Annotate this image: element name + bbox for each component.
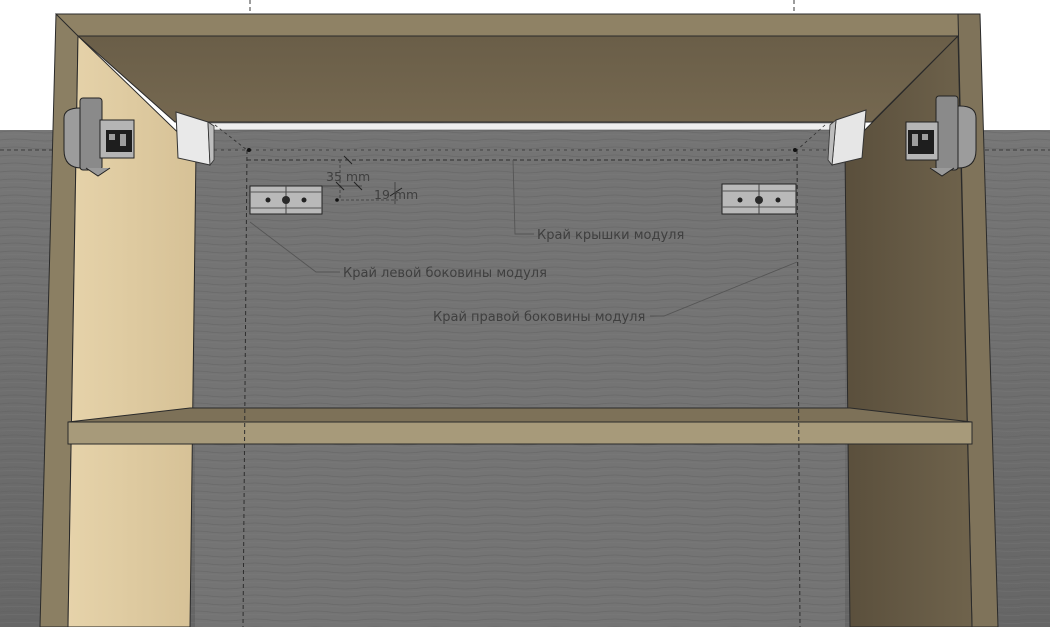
top-panel-underside — [76, 35, 960, 123]
label-top-edge: Край крышки модуля — [537, 228, 684, 243]
dimension-19-label: 19 mm — [374, 187, 418, 202]
dimension-35-label: 35 mm — [326, 169, 370, 184]
left-wall-rail — [249, 185, 323, 215]
corner-point — [247, 148, 251, 152]
light-strip — [204, 122, 836, 131]
shelf-top — [67, 407, 973, 423]
cabinet-diagram: 35 mm 19 mm Край крышки модуля Край лево… — [0, 0, 1050, 627]
top-panel-edge — [55, 13, 981, 37]
label-right-edge: Край правой боковины модуля — [433, 310, 645, 325]
label-left-edge: Край левой боковины модуля — [343, 266, 547, 281]
right-wall-rail — [721, 183, 797, 215]
shelf-front — [67, 421, 973, 445]
corner-point — [793, 148, 797, 152]
